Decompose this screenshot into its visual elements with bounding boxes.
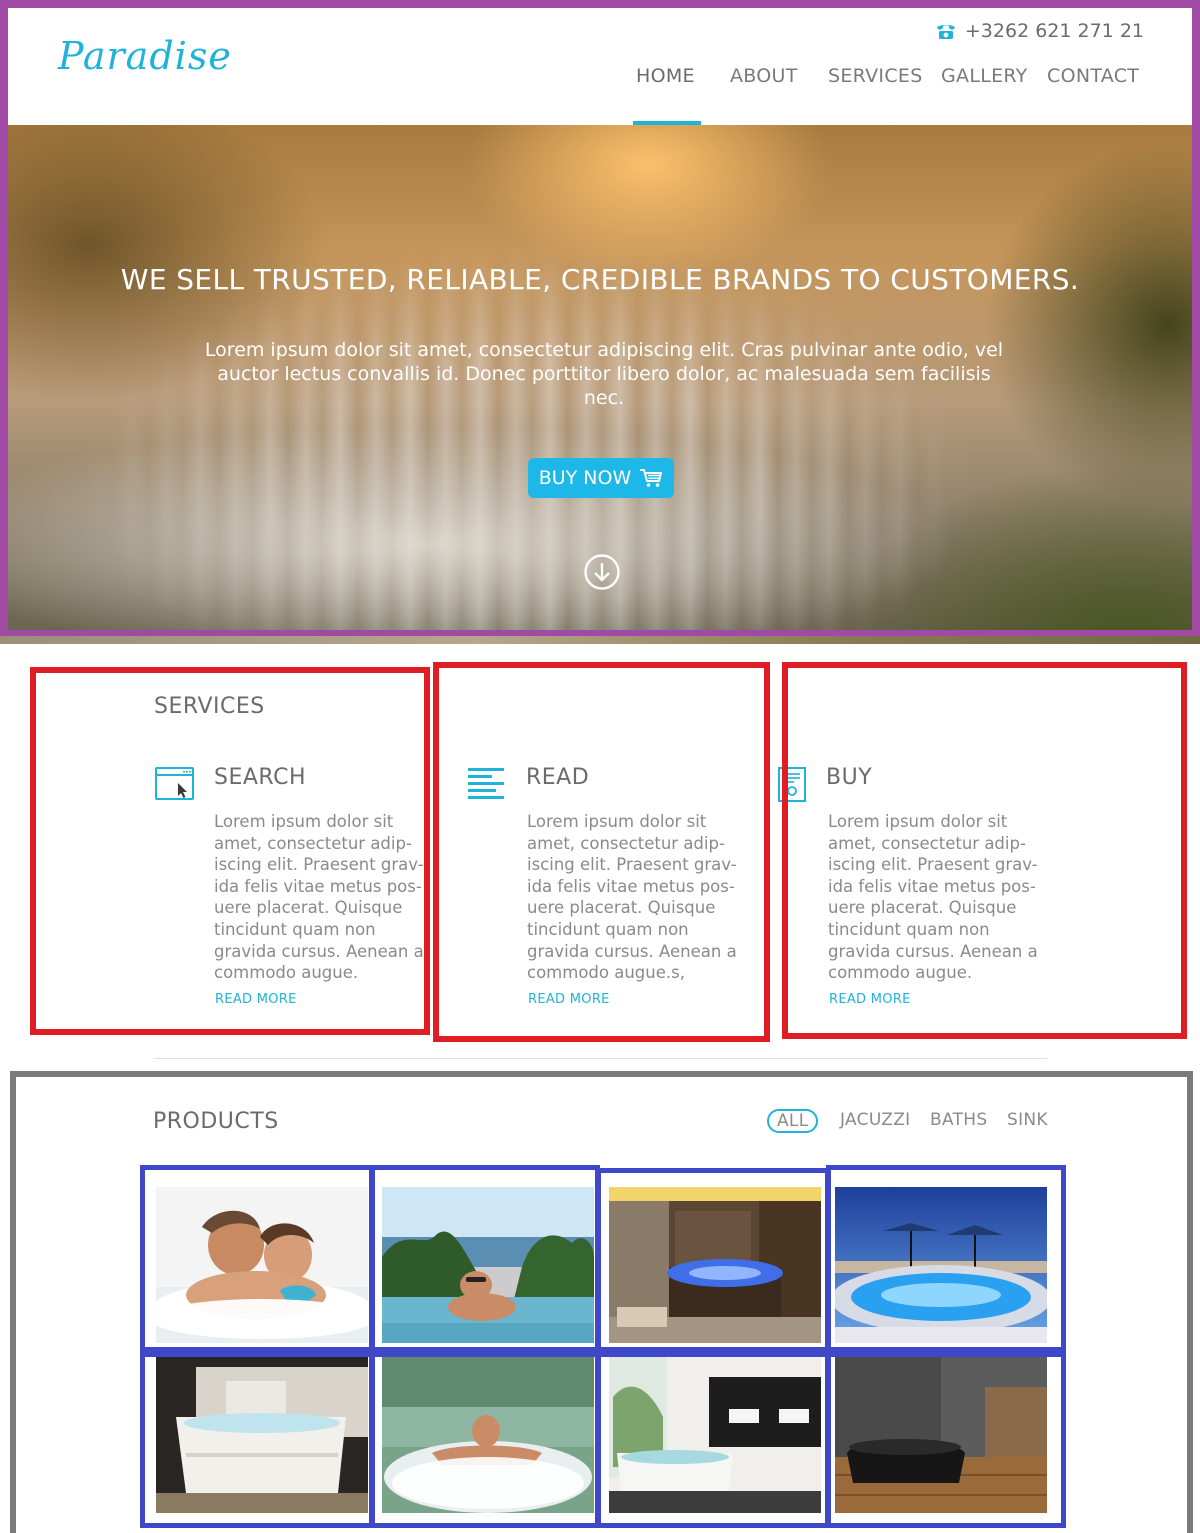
nav-home[interactable]: HOME bbox=[636, 65, 695, 87]
nav-about[interactable]: ABOUT bbox=[730, 65, 798, 87]
indoor-jacuzzi-room-photo bbox=[609, 1187, 821, 1343]
service-heading-search: SEARCH bbox=[214, 765, 307, 790]
man-jacuzzi-photo bbox=[382, 1357, 594, 1513]
bathroom-tub-photo bbox=[609, 1357, 821, 1513]
black-freestanding-tub-photo bbox=[835, 1357, 1047, 1513]
nav-services[interactable]: SERVICES bbox=[828, 65, 923, 87]
arrow-down-circle-icon[interactable] bbox=[583, 553, 621, 591]
product-thumb-bathroom-tub[interactable] bbox=[609, 1357, 821, 1513]
product-thumb-couple-jacuzzi[interactable] bbox=[156, 1187, 368, 1343]
read-more-link-read[interactable]: READ MORE bbox=[528, 992, 610, 1007]
filter-jacuzzi[interactable]: JACUZZI bbox=[840, 1110, 910, 1130]
main-nav: HOME ABOUT SERVICES GALLERY CONTACT bbox=[8, 61, 1192, 125]
product-thumb-white-bathtub[interactable] bbox=[156, 1357, 368, 1513]
service-text-read: Lorem ipsum dolor sit amet, consectetur … bbox=[527, 812, 737, 983]
services-title: SERVICES bbox=[154, 694, 265, 719]
products-title: PRODUCTS bbox=[153, 1109, 279, 1134]
nav-gallery[interactable]: GALLERY bbox=[941, 65, 1028, 87]
rooftop-pool-umbrellas-photo bbox=[835, 1187, 1047, 1343]
hero-text: Lorem ipsum dolor sit amet, consectetur … bbox=[204, 339, 1004, 409]
mist-background bbox=[8, 385, 1192, 630]
site-header: Paradise +3262 621 271 21 HOME ABOUT SER… bbox=[8, 8, 1192, 125]
service-heading-buy: BUY bbox=[826, 765, 873, 790]
phone-icon bbox=[936, 25, 955, 39]
browser-cursor-icon bbox=[155, 767, 194, 800]
filter-sink[interactable]: SINK bbox=[1007, 1110, 1048, 1130]
filter-all[interactable]: ALL bbox=[767, 1109, 819, 1133]
phone-number: +3262 621 271 21 bbox=[964, 20, 1144, 42]
hero-title: WE SELL TRUSTED, RELIABLE, CREDIBLE BRAN… bbox=[120, 263, 1080, 296]
certificate-icon bbox=[778, 767, 806, 802]
service-heading-read: READ bbox=[526, 765, 590, 790]
product-thumb-man-pool-sea[interactable] bbox=[382, 1187, 594, 1343]
buy-now-button[interactable]: BUY NOW bbox=[528, 458, 674, 498]
cart-icon bbox=[640, 469, 663, 487]
white-bathtub-photo bbox=[156, 1357, 368, 1513]
text-lines-icon bbox=[468, 768, 504, 799]
buy-now-label: BUY NOW bbox=[538, 467, 632, 489]
phone-contact: +3262 621 271 21 bbox=[935, 20, 1144, 42]
read-more-link-search[interactable]: READ MORE bbox=[215, 992, 297, 1007]
hero-banner: WE SELL TRUSTED, RELIABLE, CREDIBLE BRAN… bbox=[8, 125, 1192, 630]
product-thumb-indoor-jacuzzi-room[interactable] bbox=[609, 1187, 821, 1343]
service-text-search: Lorem ipsum dolor sit amet, consectetur … bbox=[214, 812, 424, 983]
filter-baths[interactable]: BATHS bbox=[930, 1110, 987, 1130]
service-text-buy: Lorem ipsum dolor sit amet, consectetur … bbox=[828, 812, 1038, 983]
product-thumb-man-jacuzzi[interactable] bbox=[382, 1357, 594, 1513]
man-pool-sea-photo bbox=[382, 1187, 594, 1343]
nav-contact[interactable]: CONTACT bbox=[1047, 65, 1139, 87]
product-thumb-rooftop-pool[interactable] bbox=[835, 1187, 1047, 1343]
section-divider bbox=[154, 1058, 1047, 1059]
read-more-link-buy[interactable]: READ MORE bbox=[829, 992, 911, 1007]
couple-jacuzzi-photo bbox=[156, 1187, 368, 1343]
product-thumb-black-freestanding-tub[interactable] bbox=[835, 1357, 1047, 1513]
hero-bottom-strip bbox=[0, 630, 1200, 644]
